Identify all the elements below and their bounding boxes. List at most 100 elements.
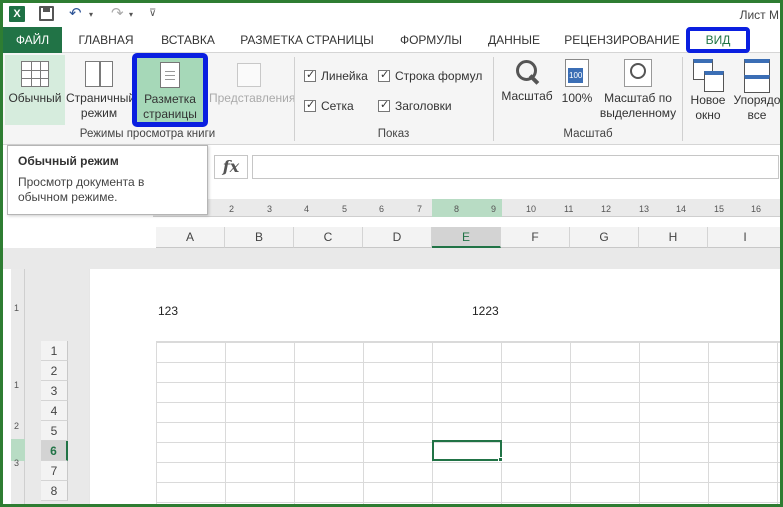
ruler-checkbox[interactable]: Линейка bbox=[304, 68, 368, 83]
page-header-left[interactable]: 123 bbox=[158, 304, 178, 318]
normal-view-button[interactable]: Обычный bbox=[5, 55, 65, 125]
views-group-label: Режимы просмотра книги bbox=[79, 128, 216, 140]
gridlines-checkbox[interactable]: Сетка bbox=[304, 98, 354, 113]
zoom-to-selection-label-1: Масштаб по bbox=[604, 91, 672, 105]
zoom-to-selection-icon bbox=[624, 59, 652, 87]
ruler-number: 12 bbox=[601, 204, 612, 214]
column-header-h[interactable]: H bbox=[639, 227, 708, 248]
headings-label: Заголовки bbox=[395, 99, 452, 113]
ruler-number: 4 bbox=[304, 204, 310, 214]
custom-views-button[interactable]: Представления bbox=[209, 55, 296, 125]
redo-icon[interactable]: ↷ bbox=[111, 6, 124, 22]
column-header-i[interactable]: I bbox=[708, 227, 780, 248]
insert-function-button[interactable]: fx bbox=[214, 155, 248, 179]
formula-input[interactable] bbox=[252, 155, 779, 179]
cell-grid[interactable] bbox=[156, 341, 780, 504]
ribbon-separator bbox=[682, 57, 683, 141]
vertical-ruler-number: 2 bbox=[14, 421, 20, 431]
vertical-ruler-number: 3 bbox=[14, 458, 20, 468]
tab-home[interactable]: ГЛАВНАЯ bbox=[66, 27, 146, 53]
excel-logo-icon[interactable]: X bbox=[9, 6, 25, 22]
page-layout-view-button[interactable]: Разметка страницы bbox=[137, 59, 203, 125]
zoom-to-selection-label-2: выделенному bbox=[599, 106, 677, 120]
ribbon-tabs: ФАЙЛ ГЛАВНАЯ ВСТАВКА РАЗМЕТКА СТРАНИЦЫ Ф… bbox=[3, 27, 780, 53]
column-header-b[interactable]: B bbox=[225, 227, 294, 248]
column-header-e[interactable]: E bbox=[432, 227, 501, 248]
row-header-1[interactable]: 1 bbox=[41, 341, 68, 361]
active-cell[interactable] bbox=[432, 440, 502, 461]
arrange-all-label-2: все bbox=[747, 108, 767, 122]
show-group-label: Показ bbox=[377, 128, 410, 140]
vertical-ruler-number: 1 bbox=[14, 380, 20, 390]
zoom-button[interactable]: Масштаб bbox=[497, 57, 557, 125]
tab-file[interactable]: ФАЙЛ bbox=[3, 27, 62, 53]
column-header-f[interactable]: F bbox=[501, 227, 570, 248]
tooltip-body-line-1: Просмотр документа в bbox=[18, 175, 145, 189]
headings-checkbox[interactable]: Заголовки bbox=[378, 98, 452, 113]
new-window-label-1: Новое bbox=[690, 93, 726, 107]
ruler-number: 13 bbox=[639, 204, 650, 214]
custom-views-label: Представления bbox=[209, 91, 296, 105]
ruler-number: 7 bbox=[417, 204, 423, 214]
fill-handle[interactable] bbox=[498, 457, 503, 462]
formula-bar-check-icon bbox=[378, 68, 390, 82]
page-break-view-button[interactable]: Страничный режим bbox=[66, 55, 136, 125]
page-layout-view-icon bbox=[160, 62, 180, 88]
normal-view-label: Обычный bbox=[8, 91, 62, 105]
row-header-6[interactable]: 6 bbox=[41, 441, 68, 461]
gridlines-label: Сетка bbox=[321, 99, 354, 113]
formula-bar-checkbox[interactable]: Строка формул bbox=[378, 68, 483, 83]
arrange-all-button[interactable]: Упорядо все bbox=[731, 57, 780, 125]
zoom-icon bbox=[514, 59, 540, 85]
ruler-number: 2 bbox=[229, 204, 235, 214]
tab-page-layout[interactable]: РАЗМЕТКА СТРАНИЦЫ bbox=[231, 27, 383, 53]
row-header-5[interactable]: 5 bbox=[41, 421, 68, 441]
zoom-100-button[interactable]: 100 100% bbox=[559, 57, 595, 125]
ruler-number: 3 bbox=[267, 204, 273, 214]
row-header-8[interactable]: 8 bbox=[41, 481, 68, 501]
row-header-2[interactable]: 2 bbox=[41, 361, 68, 381]
custom-views-icon bbox=[237, 63, 261, 87]
tab-data[interactable]: ДАННЫЕ bbox=[481, 27, 547, 53]
undo-icon[interactable]: ↶ bbox=[69, 6, 82, 22]
new-window-button[interactable]: Новое окно bbox=[686, 57, 730, 125]
formula-bar-label: Строка формул bbox=[395, 69, 483, 83]
column-header-c[interactable]: C bbox=[294, 227, 363, 248]
page-break-view-label-2: режим bbox=[80, 106, 118, 120]
row-header-7[interactable]: 7 bbox=[41, 461, 68, 481]
page-break-view-label-1: Страничный bbox=[66, 91, 136, 105]
zoom-100-icon: 100 bbox=[565, 59, 589, 87]
arrange-all-icon bbox=[744, 59, 770, 93]
redo-dropdown-icon[interactable]: ▾ bbox=[129, 10, 133, 19]
ruler-number: 14 bbox=[676, 204, 687, 214]
normal-view-icon bbox=[21, 61, 49, 87]
title-bar: X ↶ ▾ ↷ ▾ ⊽ Лист M bbox=[3, 3, 780, 27]
column-header-a[interactable]: A bbox=[156, 227, 225, 248]
vertical-ruler-number: 1 bbox=[14, 303, 20, 313]
excel-window: X ↶ ▾ ↷ ▾ ⊽ Лист M ФАЙЛ ГЛАВНАЯ ВСТАВКА … bbox=[0, 0, 783, 507]
ruler-number: 15 bbox=[714, 204, 725, 214]
window-title: Лист M bbox=[739, 8, 779, 22]
customize-toolbar-icon[interactable]: ⊽ bbox=[149, 8, 156, 19]
ribbon-view: Обычный Страничный режим Разметка страни… bbox=[3, 53, 780, 145]
ruler-number: 8 bbox=[454, 204, 460, 214]
row-header-3[interactable]: 3 bbox=[41, 381, 68, 401]
ruler-number: 6 bbox=[379, 204, 385, 214]
new-window-label-2: окно bbox=[695, 108, 721, 122]
ruler-label: Линейка bbox=[321, 69, 368, 83]
row-header-4[interactable]: 4 bbox=[41, 401, 68, 421]
page-header-center[interactable]: 1223 bbox=[472, 304, 499, 318]
tab-insert[interactable]: ВСТАВКА bbox=[152, 27, 224, 53]
tab-view[interactable]: ВИД bbox=[686, 27, 750, 53]
ruler-number: 11 bbox=[564, 204, 574, 214]
save-icon[interactable] bbox=[39, 6, 54, 21]
undo-dropdown-icon[interactable]: ▾ bbox=[89, 10, 93, 19]
ruler-number: 10 bbox=[526, 204, 537, 214]
tab-formulas[interactable]: ФОРМУЛЫ bbox=[392, 27, 470, 53]
tab-review[interactable]: РЕЦЕНЗИРОВАНИЕ bbox=[559, 27, 685, 53]
column-header-g[interactable]: G bbox=[570, 227, 639, 248]
zoom-label: Масштаб bbox=[501, 89, 553, 103]
zoom-to-selection-button[interactable]: Масштаб по выделенному bbox=[597, 57, 679, 125]
tooltip-title: Обычный режим bbox=[18, 154, 119, 168]
column-header-d[interactable]: D bbox=[363, 227, 432, 248]
